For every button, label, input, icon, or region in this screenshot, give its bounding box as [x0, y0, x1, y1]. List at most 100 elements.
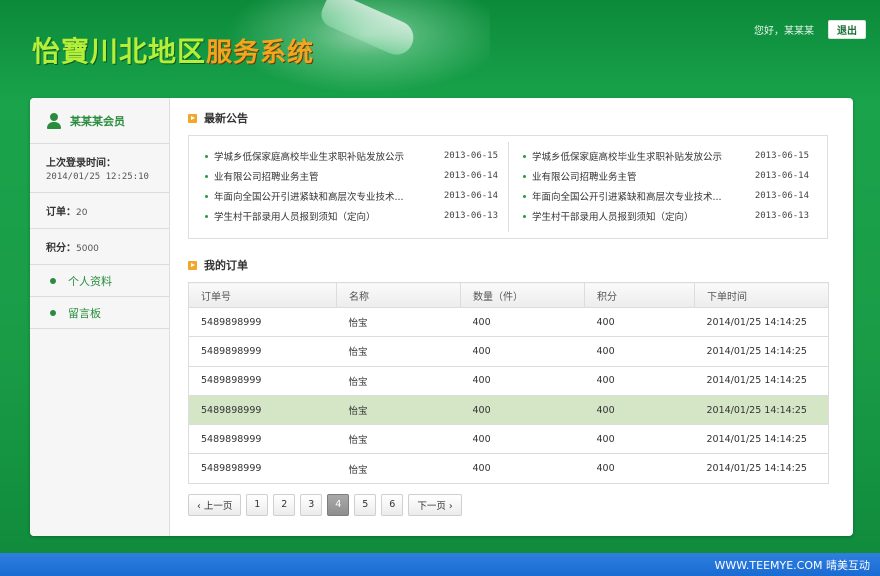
cell-quantity: 400: [460, 336, 585, 367]
page-button-5[interactable]: 5: [354, 493, 377, 516]
page-button-2[interactable]: 2: [273, 493, 296, 516]
notice-item[interactable]: 学生村干部录用人员报到须知（定向） 2013-06-13: [523, 206, 809, 226]
notice-date: 2013-06-14: [754, 171, 809, 181]
sidebar-item-profile[interactable]: 个人资料: [30, 265, 169, 297]
notice-date: 2013-06-15: [443, 151, 498, 161]
orders-title: 我的订单: [204, 259, 248, 272]
cell-name: 怡宝: [336, 365, 461, 396]
bullet-icon: [523, 194, 526, 198]
bullet-icon: [205, 154, 208, 158]
sidebar: 某某某会员 上次登录时间： 2014/01/25 12:25:10 订单：20 …: [30, 98, 170, 536]
page-button-4-current[interactable]: 4: [327, 493, 350, 516]
cell-order-no: 5489898999: [188, 306, 337, 337]
notices-right-column: 学城乡低保家庭高校毕业生求职补贴发放公示 2013-06-15 业有限公司招聘业务…: [508, 142, 819, 232]
bullet-icon: [50, 277, 56, 284]
last-login: 上次登录时间： 2014/01/25 12:25:10: [30, 144, 169, 193]
notice-item[interactable]: 学生村干部录用人员报到须知（定向） 2013-06-13: [205, 206, 498, 226]
column-header-order-time[interactable]: 下单时间: [694, 282, 829, 308]
orders-count: 订单：20: [30, 193, 169, 229]
bullet-icon: [523, 154, 526, 158]
notice-title[interactable]: 学生村干部录用人员报到须知（定向）: [214, 209, 444, 223]
notice-title[interactable]: 业有限公司招聘业务主管: [214, 169, 444, 183]
column-header-name[interactable]: 名称: [336, 282, 461, 308]
notice-date: 2013-06-14: [443, 191, 498, 201]
notice-item[interactable]: 业有限公司招聘业务主管 2013-06-14: [523, 166, 809, 186]
points-value: 5000: [76, 244, 99, 254]
table-row[interactable]: 5489898999 怡宝 400 400 2014/01/25 14:14:2…: [188, 365, 829, 396]
cell-order-time: 2014/01/25 14:14:25: [694, 394, 829, 425]
notice-title[interactable]: 年面向全国公开引进紧缺和高层次专业技术...: [532, 189, 755, 203]
notice-date: 2013-06-13: [443, 211, 498, 221]
pagination: ‹ 上一页 1 2 3 4 5 6 下一页 ›: [188, 493, 828, 516]
cell-name: 怡宝: [336, 453, 461, 484]
notice-item[interactable]: 学城乡低保家庭高校毕业生求职补贴发放公示 2013-06-15: [523, 146, 809, 166]
notice-item[interactable]: 年面向全国公开引进紧缺和高层次专业技术... 2013-06-14: [523, 186, 809, 206]
column-header-quantity[interactable]: 数量（件）: [460, 282, 585, 308]
page-button-1[interactable]: 1: [246, 493, 269, 516]
cell-order-no: 5489898999: [188, 453, 337, 484]
page-button-3[interactable]: 3: [300, 493, 323, 516]
page-button-6[interactable]: 6: [381, 493, 404, 516]
bullet-icon: [50, 309, 56, 316]
cell-points: 400: [584, 424, 695, 454]
table-row[interactable]: 5489898999 怡宝 400 400 2014/01/25 14:14:2…: [188, 336, 829, 367]
cell-order-no: 5489898999: [188, 394, 337, 425]
notice-title[interactable]: 学生村干部录用人员报到须知（定向）: [532, 209, 755, 223]
member-header: 某某某会员: [30, 98, 169, 144]
content: 最新公告 学城乡低保家庭高校毕业生求职补贴发放公示 2013-06-15 业有限公…: [188, 108, 829, 516]
cell-quantity: 400: [460, 394, 585, 425]
logo: 怡寶川北地区服务系统: [32, 30, 314, 70]
member-name: 某某某会员: [70, 114, 125, 128]
cell-name: 怡宝: [336, 424, 461, 454]
cell-quantity: 400: [460, 365, 585, 396]
notice-title[interactable]: 学城乡低保家庭高校毕业生求职补贴发放公示: [214, 149, 444, 163]
bullet-icon: [205, 214, 208, 218]
notice-item[interactable]: 学城乡低保家庭高校毕业生求职补贴发放公示 2013-06-15: [205, 146, 498, 166]
table-row-selected[interactable]: 5489898999 怡宝 400 400 2014/01/25 14:14:2…: [188, 394, 829, 425]
notices-left-column: 学城乡低保家庭高校毕业生求职补贴发放公示 2013-06-15 业有限公司招聘业务…: [197, 142, 508, 232]
cell-name: 怡宝: [336, 394, 461, 425]
bullet-icon: [523, 174, 526, 178]
user-icon: [46, 112, 62, 129]
footer-credit[interactable]: WWW.TEEMYE.COM 晴美互动: [715, 557, 870, 573]
cell-order-time: 2014/01/25 14:14:25: [694, 336, 829, 367]
cell-quantity: 400: [460, 424, 585, 454]
sidebar-item-label: 个人资料: [68, 274, 112, 288]
cell-name: 怡宝: [336, 306, 461, 337]
cell-order-time: 2014/01/25 14:14:25: [694, 306, 829, 337]
next-page-button[interactable]: 下一页 ›: [408, 493, 462, 516]
notice-item[interactable]: 年面向全国公开引进紧缺和高层次专业技术... 2013-06-14: [205, 186, 498, 206]
sidebar-item-message-board[interactable]: 留言板: [30, 297, 169, 329]
table-row[interactable]: 5489898999 怡宝 400 400 2014/01/25 14:14:2…: [188, 424, 829, 454]
last-login-value: 2014/01/25 12:25:10: [46, 172, 149, 182]
logo-brand: 怡寶川北地区: [32, 35, 207, 68]
cell-quantity: 400: [460, 306, 585, 337]
cell-order-time: 2014/01/25 14:14:25: [694, 453, 829, 484]
notices-panel: 学城乡低保家庭高校毕业生求职补贴发放公示 2013-06-15 业有限公司招聘业务…: [188, 135, 828, 239]
footer-bar: WWW.TEEMYE.COM 晴美互动: [0, 553, 880, 576]
cell-order-no: 5489898999: [188, 424, 337, 454]
column-header-points[interactable]: 积分: [584, 282, 695, 308]
table-row[interactable]: 5489898999 怡宝 400 400 2014/01/25 14:14:2…: [188, 306, 829, 337]
cell-name: 怡宝: [336, 336, 461, 367]
column-header-order-no[interactable]: 订单号: [188, 282, 337, 308]
header: 怡寶川北地区服务系统 您好，某某某 退出: [0, 0, 880, 98]
last-login-label: 上次登录时间：: [46, 158, 116, 169]
logo-system: 服务系统: [206, 38, 315, 68]
notice-title[interactable]: 学城乡低保家庭高校毕业生求职补贴发放公示: [532, 149, 755, 163]
logout-button[interactable]: 退出: [828, 20, 866, 39]
sidebar-item-label: 留言板: [68, 306, 101, 320]
table-row[interactable]: 5489898999 怡宝 400 400 2014/01/25 14:14:2…: [188, 453, 829, 484]
main-card: 某某某会员 上次登录时间： 2014/01/25 12:25:10 订单：20 …: [30, 98, 853, 536]
bullet-icon: [205, 194, 208, 198]
notice-item[interactable]: 业有限公司招聘业务主管 2013-06-14: [205, 166, 498, 186]
orders-table: 订单号 名称 数量（件） 积分 下单时间 5489898999 怡宝 400 4…: [188, 282, 829, 484]
notice-title[interactable]: 业有限公司招聘业务主管: [532, 169, 755, 183]
notice-date: 2013-06-14: [754, 191, 809, 201]
orders-count-label: 订单：: [46, 207, 76, 218]
prev-page-button[interactable]: ‹ 上一页: [188, 493, 242, 516]
notice-title[interactable]: 年面向全国公开引进紧缺和高层次专业技术...: [214, 189, 444, 203]
cell-order-time: 2014/01/25 14:14:25: [694, 424, 829, 454]
points-count: 积分：5000: [30, 229, 169, 265]
cell-order-no: 5489898999: [188, 336, 337, 367]
